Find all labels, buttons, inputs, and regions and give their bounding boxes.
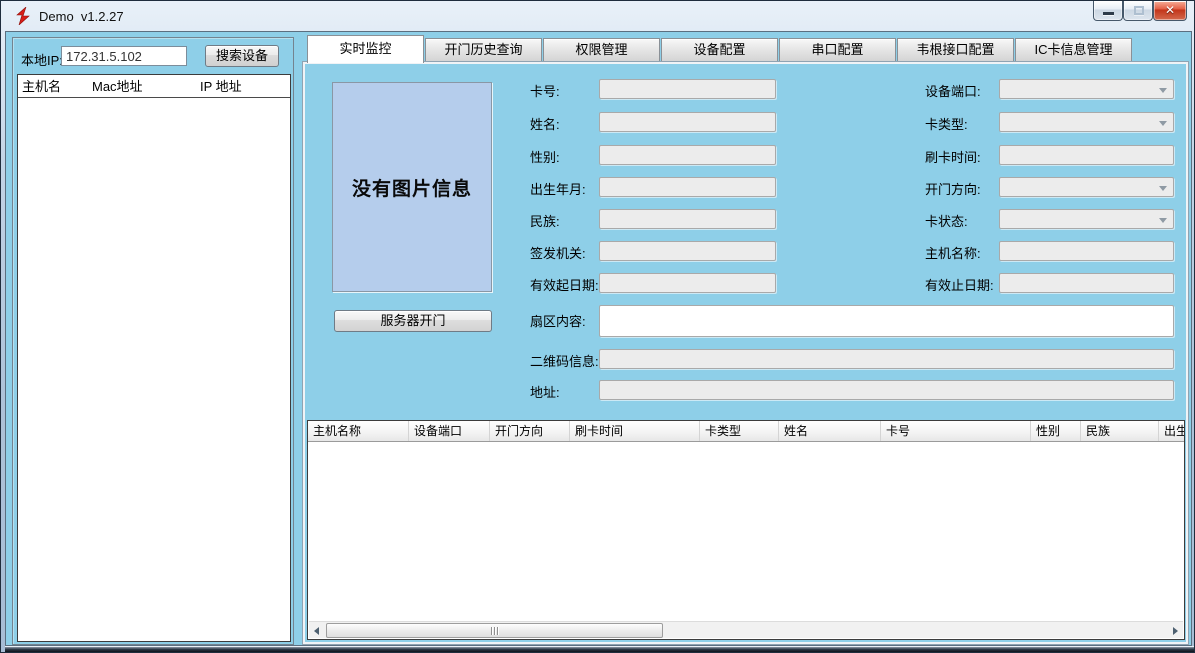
device-col-hostname[interactable]: 主机名 [18, 75, 88, 97]
birthdate-field[interactable] [599, 177, 776, 197]
tab-realtime-monitor[interactable]: 实时监控 [307, 35, 424, 63]
chevron-down-icon [1159, 218, 1167, 223]
title-bar[interactable]: Demo v1.2.27 ✕ [1, 1, 1194, 31]
valid-to-field[interactable] [999, 273, 1174, 293]
door-direction-combo[interactable] [999, 177, 1174, 197]
device-port-combo[interactable] [999, 79, 1174, 99]
records-col-direction[interactable]: 开门方向 [490, 421, 570, 441]
close-icon: ✕ [1154, 3, 1186, 17]
client-area: 本地IP: 搜索设备 主机名 Mac地址 IP 地址 实时监控 开门历史查询 权… [5, 31, 1192, 646]
card-status-label: 卡状态: [925, 211, 968, 230]
swipe-time-field[interactable] [999, 145, 1174, 165]
birthdate-label: 出生年月: [530, 179, 586, 198]
card-type-combo[interactable] [999, 112, 1174, 132]
device-col-mac[interactable]: Mac地址 [88, 75, 196, 97]
minimize-button[interactable] [1093, 1, 1123, 21]
chevron-down-icon [1159, 121, 1167, 126]
scroll-right-button[interactable] [1166, 622, 1183, 639]
maximize-icon [1134, 6, 1144, 15]
device-col-ip[interactable]: IP 地址 [196, 75, 290, 97]
tab-permission-mgmt[interactable]: 权限管理 [543, 38, 660, 62]
minimize-icon [1103, 12, 1114, 15]
local-ip-label: 本地IP: [21, 50, 63, 69]
records-col-ethnicity[interactable]: 民族 [1081, 421, 1159, 441]
close-button[interactable]: ✕ [1153, 1, 1187, 21]
records-col-card-type[interactable]: 卡类型 [700, 421, 779, 441]
tab-wiegand-config[interactable]: 韦根接口配置 [897, 38, 1014, 62]
tab-ic-card-mgmt[interactable]: IC卡信息管理 [1015, 38, 1132, 62]
tab-serial-config[interactable]: 串口配置 [779, 38, 896, 62]
horizontal-scrollbar[interactable] [309, 621, 1183, 638]
local-ip-input[interactable] [61, 46, 187, 66]
door-direction-label: 开门方向: [925, 179, 981, 198]
records-col-swipe-time[interactable]: 刷卡时间 [570, 421, 700, 441]
chevron-down-icon [1159, 88, 1167, 93]
device-table-header: 主机名 Mac地址 IP 地址 [18, 75, 290, 98]
app-logo-icon [14, 7, 32, 25]
name-field[interactable] [599, 112, 776, 132]
tab-device-config[interactable]: 设备配置 [661, 38, 778, 62]
app-window: Demo v1.2.27 ✕ 本地IP: 搜索设备 主机名 Mac地址 IP 地… [0, 0, 1195, 653]
records-col-gender[interactable]: 性别 [1031, 421, 1081, 441]
tab-door-history[interactable]: 开门历史查询 [425, 38, 542, 62]
scroll-left-button[interactable] [309, 622, 326, 639]
card-no-field[interactable] [599, 79, 776, 99]
arrow-left-icon [314, 627, 319, 635]
ethnicity-label: 民族: [530, 211, 560, 230]
records-table-header: 主机名称 设备端口 开门方向 刷卡时间 卡类型 姓名 卡号 性别 民族 出生年月 [308, 421, 1184, 442]
ethnicity-field[interactable] [599, 209, 776, 229]
address-label: 地址: [530, 382, 560, 401]
tab-page: 没有图片信息 服务器开门 卡号: 姓名: 性别: 出生年月: 民族: 签发机关:… [302, 61, 1189, 645]
arrow-right-icon [1173, 627, 1178, 635]
valid-from-field[interactable] [599, 273, 776, 293]
qr-info-label: 二维码信息: [530, 351, 599, 370]
maximize-button[interactable] [1123, 1, 1153, 21]
sector-content-field[interactable] [599, 305, 1174, 337]
server-open-door-button[interactable]: 服务器开门 [334, 310, 492, 332]
device-table[interactable]: 主机名 Mac地址 IP 地址 [17, 74, 291, 642]
search-devices-button[interactable]: 搜索设备 [205, 45, 279, 67]
records-col-birthdate[interactable]: 出生年月 [1159, 421, 1184, 441]
records-col-name[interactable]: 姓名 [779, 421, 881, 441]
sector-content-label: 扇区内容: [530, 311, 586, 330]
scrollbar-thumb[interactable] [326, 623, 663, 638]
photo-placeholder: 没有图片信息 [332, 82, 492, 292]
gender-label: 性别: [530, 147, 560, 166]
host-name-label: 主机名称: [925, 243, 981, 262]
address-field[interactable] [599, 380, 1174, 400]
scrollbar-grip-icon [489, 627, 501, 635]
card-status-combo[interactable] [999, 209, 1174, 229]
device-port-label: 设备端口: [925, 81, 981, 100]
records-col-card-no[interactable]: 卡号 [881, 421, 1031, 441]
host-name-field[interactable] [999, 241, 1174, 261]
records-col-device-port[interactable]: 设备端口 [409, 421, 490, 441]
swipe-records-table[interactable]: 主机名称 设备端口 开门方向 刷卡时间 卡类型 姓名 卡号 性别 民族 出生年月 [307, 420, 1185, 640]
swipe-time-label: 刷卡时间: [925, 147, 981, 166]
qr-info-field[interactable] [599, 349, 1174, 369]
card-no-label: 卡号: [530, 81, 560, 100]
name-label: 姓名: [530, 114, 560, 133]
device-list-panel: 本地IP: 搜索设备 主机名 Mac地址 IP 地址 [12, 37, 294, 645]
gender-field[interactable] [599, 145, 776, 165]
issuer-field[interactable] [599, 241, 776, 261]
card-type-label: 卡类型: [925, 114, 968, 133]
window-bottom-border [5, 646, 1194, 653]
records-col-hostname[interactable]: 主机名称 [308, 421, 409, 441]
window-title: Demo v1.2.27 [39, 9, 124, 24]
valid-from-label: 有效起日期: [530, 275, 599, 294]
chevron-down-icon [1159, 186, 1167, 191]
valid-to-label: 有效止日期: [925, 275, 994, 294]
issuer-label: 签发机关: [530, 243, 586, 262]
realtime-monitor-page: 没有图片信息 服务器开门 卡号: 姓名: 性别: 出生年月: 民族: 签发机关:… [305, 64, 1186, 642]
